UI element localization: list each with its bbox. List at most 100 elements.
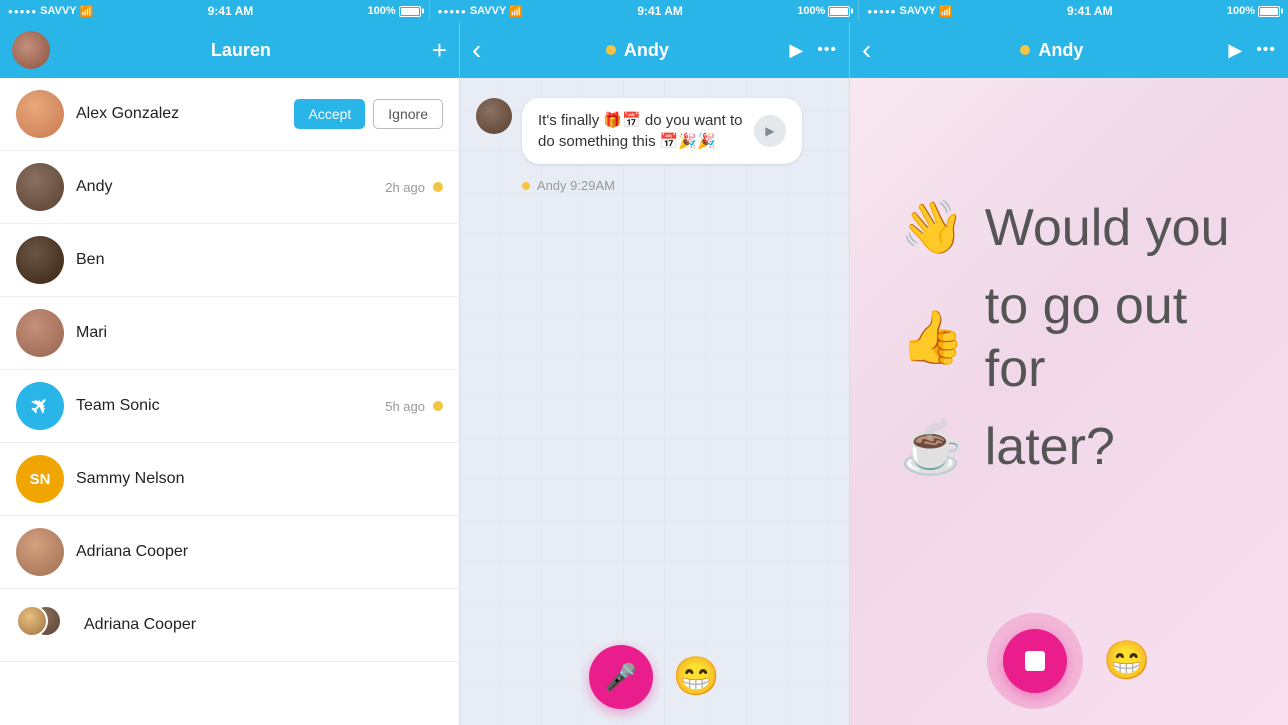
voice-text-3: later?	[985, 416, 1115, 478]
panel1-title: Lauren	[50, 40, 432, 61]
online-indicator	[433, 401, 443, 411]
panel2-play-icon[interactable]: ▶	[789, 40, 803, 61]
main-content: Alex Gonzalez Accept Ignore Andy 2h ago …	[0, 78, 1288, 725]
carrier-2: SAVVY	[470, 5, 506, 17]
contact-info: Adriana Cooper	[84, 616, 443, 634]
stop-icon	[1025, 651, 1045, 671]
battery-bar-3	[1258, 6, 1280, 17]
avatar: SN	[16, 455, 64, 503]
voice-line-3: ☕ later?	[900, 416, 1238, 478]
message-text: It's finally 🎁📅 do you want to do someth…	[538, 110, 744, 152]
panel1-header: Lauren +	[0, 22, 460, 78]
wifi-icon-3: 📶	[939, 5, 953, 18]
mic-button[interactable]: 🎤	[589, 645, 653, 709]
time-3: 9:41 AM	[1067, 4, 1113, 18]
accept-button[interactable]: Accept	[294, 99, 365, 129]
contact-info: Andy	[76, 178, 373, 196]
contact-name: Mari	[76, 324, 443, 342]
wifi-icon-1: 📶	[80, 5, 94, 18]
signal-2: ●●●●●	[438, 7, 467, 16]
panel2-header-icons: ▶ •••	[789, 40, 837, 61]
status-left-1: ●●●●● SAVVY 📶	[8, 5, 93, 18]
panel3-title: Andy	[1038, 40, 1083, 61]
contact-time: 2h ago	[385, 180, 425, 195]
list-item[interactable]: Mari	[0, 297, 459, 370]
avatar	[16, 90, 64, 138]
panel3-header-center: Andy	[875, 40, 1228, 61]
list-item[interactable]: ✈ Team Sonic 5h ago	[0, 370, 459, 443]
list-item[interactable]: Andy 2h ago	[0, 151, 459, 224]
battery-bar-2	[828, 6, 850, 17]
contact-name: Sammy Nelson	[76, 470, 443, 488]
status-right-2: 100%	[797, 5, 850, 17]
stop-button[interactable]	[1003, 629, 1067, 693]
battery-pct-1: 100%	[368, 5, 396, 17]
wifi-icon-2: 📶	[509, 5, 523, 18]
panel3-more-icon[interactable]: •••	[1256, 41, 1276, 59]
voice-emoji-button[interactable]: 😁	[1103, 639, 1150, 683]
time-2: 9:41 AM	[637, 4, 683, 18]
voice-controls: 😁	[850, 597, 1288, 725]
panel3-online-dot	[1020, 45, 1030, 55]
voice-text-1: Would you	[985, 197, 1230, 259]
contact-name: Andy	[76, 178, 373, 196]
chat-controls: 🎤 😁	[460, 629, 849, 725]
list-item[interactable]: Alex Gonzalez Accept Ignore	[0, 78, 459, 151]
avatar	[16, 236, 64, 284]
contact-name: Adriana Cooper	[76, 543, 443, 561]
status-bar-3: ●●●●● SAVVY 📶 9:41 AM 100%	[859, 0, 1288, 22]
panel2-title: Andy	[624, 40, 669, 61]
contact-info: Alex Gonzalez	[76, 105, 282, 123]
panel3-header: ‹ Andy ▶ •••	[850, 22, 1288, 78]
carrier-3: SAVVY	[900, 5, 936, 17]
status-bar-2: ●●●●● SAVVY 📶 9:41 AM 100%	[430, 0, 860, 22]
panel2-header-center: Andy	[485, 40, 789, 61]
team-icon: ✈	[24, 390, 55, 421]
message-time: 9:29AM	[570, 178, 615, 193]
contact-name: Alex Gonzalez	[76, 105, 282, 123]
sender-info: Andy 9:29AM	[522, 178, 833, 193]
panel2-header: ‹ Andy ▶ •••	[460, 22, 850, 78]
panel3-header-icons: ▶ •••	[1228, 40, 1276, 61]
list-item[interactable]: Ben	[0, 224, 459, 297]
wave-emoji: 👋	[900, 197, 965, 258]
voice-text-2: to go out for	[985, 275, 1238, 400]
chat-messages: It's finally 🎁📅 do you want to do someth…	[460, 78, 849, 629]
contact-info: Sammy Nelson	[76, 470, 443, 488]
battery-pct-2: 100%	[797, 5, 825, 17]
contacts-panel: Alex Gonzalez Accept Ignore Andy 2h ago …	[0, 78, 460, 725]
voice-line-1: 👋 Would you	[900, 197, 1238, 259]
status-left-2: ●●●●● SAVVY 📶	[438, 5, 523, 18]
status-bars: ●●●●● SAVVY 📶 9:41 AM 100% ●●●●● SAVVY 📶…	[0, 0, 1288, 22]
lauren-avatar[interactable]	[12, 31, 50, 69]
add-icon[interactable]: +	[432, 35, 447, 66]
status-left-3: ●●●●● SAVVY 📶	[867, 5, 952, 18]
emoji-button[interactable]: 😁	[673, 655, 720, 699]
ignore-button[interactable]: Ignore	[373, 99, 443, 129]
panel-headers: Lauren + ‹ Andy ▶ ••• ‹ Andy ▶ •••	[0, 22, 1288, 78]
coffee-emoji: ☕	[900, 417, 965, 478]
panel2-more-icon[interactable]: •••	[817, 41, 837, 59]
contact-name: Adriana Cooper	[84, 616, 443, 634]
panel2-online-dot	[606, 45, 616, 55]
play-audio-button[interactable]: ▶	[754, 115, 786, 147]
panel3-back-icon[interactable]: ‹	[862, 34, 871, 66]
battery-pct-3: 100%	[1227, 5, 1255, 17]
message-row: It's finally 🎁📅 do you want to do someth…	[476, 98, 833, 172]
voice-content: 👋 Would you 👍 to go out for ☕ later?	[850, 78, 1288, 597]
carrier-1: SAVVY	[40, 5, 76, 17]
list-item[interactable]: SN Sammy Nelson	[0, 443, 459, 516]
sender-online-dot	[522, 182, 530, 190]
online-indicator	[433, 182, 443, 192]
avatar	[16, 309, 64, 357]
list-item[interactable]: Adriana Cooper	[0, 589, 459, 662]
panel3-play-icon[interactable]: ▶	[1228, 40, 1242, 61]
list-item[interactable]: Adriana Cooper	[0, 516, 459, 589]
sender-name: Andy	[537, 178, 570, 193]
stop-button-container	[987, 613, 1083, 709]
time-1: 9:41 AM	[208, 4, 254, 18]
avatar	[16, 528, 64, 576]
avatar: ✈	[16, 382, 64, 430]
mic-icon: 🎤	[605, 662, 637, 693]
panel2-back-icon[interactable]: ‹	[472, 34, 481, 66]
